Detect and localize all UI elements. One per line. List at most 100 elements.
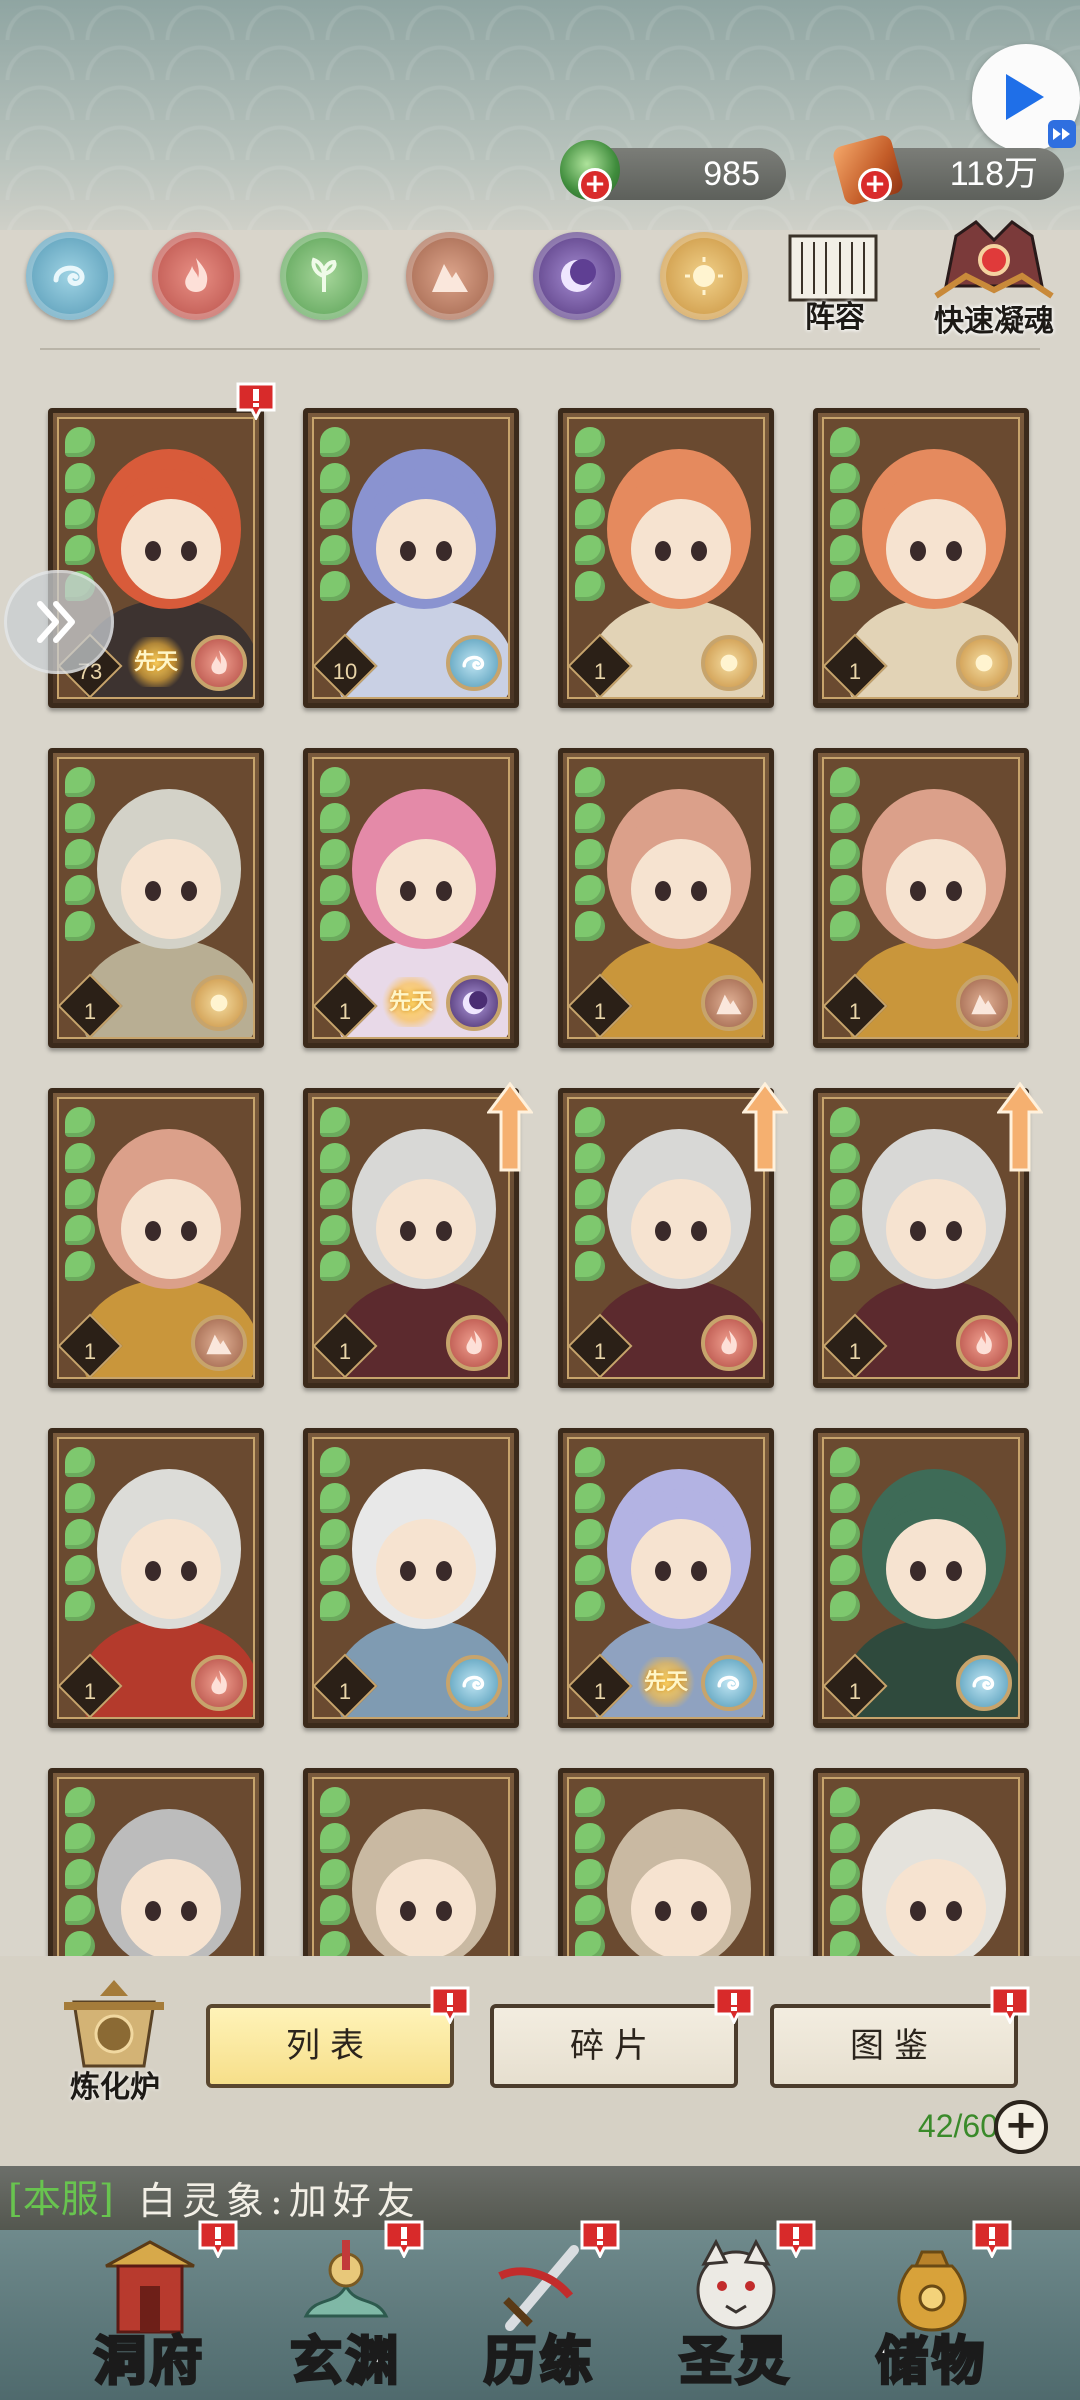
- add-coin-button[interactable]: +: [858, 168, 892, 202]
- tab-list[interactable]: 列表: [206, 2004, 454, 2088]
- side-expand-button[interactable]: [4, 570, 114, 674]
- dragon-pip-icon: [65, 875, 95, 905]
- alert-icon: [198, 2220, 238, 2258]
- light-element-icon: [956, 635, 1012, 691]
- dragon-pip-icon: [575, 571, 605, 601]
- dragon-pip-icon: [65, 1787, 95, 1817]
- dragon-pip-icon: [320, 1859, 350, 1889]
- filter-wood-button[interactable]: [280, 232, 368, 320]
- dragon-pip-icon: [65, 499, 95, 529]
- star-pips: [830, 767, 864, 947]
- dragon-pip-icon: [830, 1143, 860, 1173]
- chat-channel: [本服]: [8, 2177, 114, 2221]
- lineup-button[interactable]: 阵容: [780, 226, 890, 336]
- fire-element-icon: [446, 1315, 502, 1371]
- flame-icon: [185, 258, 208, 292]
- hero-card[interactable]: 1 先天: [558, 1428, 774, 1728]
- dragon-pip-icon: [320, 1519, 350, 1549]
- hero-card-frame: 1: [822, 1437, 1020, 1719]
- quick-condense-button[interactable]: 快速凝魂: [926, 216, 1062, 340]
- star-pips: [65, 1787, 99, 1960]
- filter-water-button[interactable]: [26, 232, 114, 320]
- star-pips: [830, 1107, 864, 1287]
- hero-card[interactable]: 1: [558, 408, 774, 708]
- dragon-pip-icon: [830, 1447, 860, 1477]
- innate-badge: 先天: [378, 977, 444, 1027]
- tab-codex[interactable]: 图鉴: [770, 2004, 1018, 2088]
- dragon-pip-icon: [65, 911, 95, 941]
- dragon-pip-icon: [830, 1823, 860, 1853]
- hero-card-frame: 1: [312, 1097, 510, 1379]
- star-pips: [65, 1447, 99, 1627]
- hero-card[interactable]: 1: [48, 1088, 264, 1388]
- water-element-icon: [956, 1655, 1012, 1711]
- hero-card[interactable]: 10: [303, 408, 519, 708]
- hero-card[interactable]: [813, 1768, 1029, 1960]
- hero-card[interactable]: 1: [813, 748, 1029, 1048]
- lineup-label: 阵容: [805, 300, 865, 335]
- alert-icon: [234, 380, 278, 422]
- hero-card[interactable]: 1 先天: [303, 748, 519, 1048]
- alert-icon: [580, 2220, 620, 2258]
- double-chevron-right-icon: [37, 601, 75, 643]
- dragon-pip-icon: [320, 1143, 350, 1173]
- hero-card-frame: 1: [567, 757, 765, 1039]
- hero-level: 1: [338, 1679, 352, 1704]
- star-pips: [575, 1787, 609, 1960]
- hero-level: 1: [83, 999, 97, 1024]
- filter-fire-button[interactable]: [152, 232, 240, 320]
- nav-holy-spirit-label: 圣灵: [678, 2330, 792, 2394]
- star-pips: [320, 427, 354, 607]
- tab-shards[interactable]: 碎片: [490, 2004, 738, 2088]
- hero-level: 1: [593, 1339, 607, 1364]
- light-element-icon: [191, 975, 247, 1031]
- fast-forward-icon[interactable]: [1048, 120, 1076, 148]
- dragon-pip-icon: [65, 1251, 95, 1281]
- water-swirl-icon: [53, 265, 85, 286]
- hero-card[interactable]: [558, 1768, 774, 1960]
- hero-level: 1: [593, 1679, 607, 1704]
- add-jade-button[interactable]: +: [578, 168, 612, 202]
- star-pips: [575, 1447, 609, 1627]
- dragon-pip-icon: [830, 1179, 860, 1209]
- hero-level: 1: [848, 1339, 862, 1364]
- dragon-pip-icon: [575, 499, 605, 529]
- filter-earth-button[interactable]: [406, 232, 494, 320]
- star-pips: [830, 1787, 864, 1960]
- hero-card[interactable]: [48, 1768, 264, 1960]
- add-capacity-button[interactable]: +: [994, 2100, 1048, 2154]
- dragon-pip-icon: [575, 1555, 605, 1585]
- hero-card[interactable]: 1: [558, 748, 774, 1048]
- hero-card-frame: [57, 1777, 255, 1960]
- filter-light-button[interactable]: [660, 232, 748, 320]
- dragon-pip-icon: [320, 499, 350, 529]
- dragon-pip-icon: [65, 767, 95, 797]
- hero-card-frame: 1: [822, 417, 1020, 699]
- capacity-count: 42/60: [917, 2108, 998, 2144]
- upgrade-arrow-icon: [741, 1081, 789, 1172]
- dragon-pip-icon: [65, 535, 95, 565]
- hero-card[interactable]: [303, 1768, 519, 1960]
- dragon-pip-icon: [65, 1179, 95, 1209]
- dragon-pip-icon: [65, 803, 95, 833]
- upgrade-arrow-icon: [486, 1081, 534, 1172]
- hero-card[interactable]: 1: [48, 1428, 264, 1728]
- play-icon: [1006, 74, 1044, 120]
- star-pips: [65, 1107, 99, 1287]
- dragon-pip-icon: [830, 839, 860, 869]
- hero-card-frame: 1: [822, 757, 1020, 1039]
- filter-dark-button[interactable]: [533, 232, 621, 320]
- dragon-pip-icon: [65, 1107, 95, 1137]
- alert-icon: [972, 2220, 1012, 2258]
- hero-card[interactable]: 1: [813, 408, 1029, 708]
- hero-card[interactable]: 1: [303, 1428, 519, 1728]
- dragon-pip-icon: [575, 463, 605, 493]
- hero-card[interactable]: 1: [813, 1428, 1029, 1728]
- jade-amount: 985: [703, 155, 760, 193]
- dragon-pip-icon: [320, 839, 350, 869]
- dragon-pip-icon: [320, 535, 350, 565]
- dragon-pip-icon: [65, 1859, 95, 1889]
- hero-card[interactable]: 1: [48, 748, 264, 1048]
- hero-level: 1: [593, 659, 607, 684]
- dragon-pip-icon: [575, 1519, 605, 1549]
